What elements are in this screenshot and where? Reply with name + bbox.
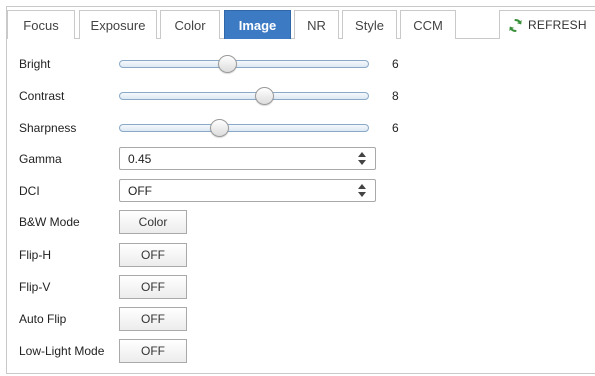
- contrast-slider[interactable]: [119, 85, 369, 107]
- sharpness-value: 6: [392, 121, 399, 135]
- bw-mode-label: B&W Mode: [19, 215, 80, 229]
- flip-v-label: Flip-V: [19, 280, 51, 294]
- bright-label: Bright: [19, 57, 51, 71]
- select-arrows-icon: [358, 152, 366, 165]
- sharpness-slider-track[interactable]: [119, 124, 369, 132]
- bw-mode-button[interactable]: Color: [119, 210, 187, 234]
- sharpness-slider-thumb[interactable]: [210, 119, 229, 137]
- dci-label: DCI: [19, 184, 40, 198]
- contrast-slider-thumb[interactable]: [255, 87, 274, 105]
- auto-flip-label: Auto Flip: [19, 312, 67, 326]
- auto-flip-button[interactable]: OFF: [119, 307, 187, 331]
- tab-bar: Focus Exposure Color Image NR Style CCM …: [7, 7, 595, 39]
- contrast-value: 8: [392, 89, 399, 103]
- tab-image[interactable]: Image: [224, 10, 291, 39]
- low-light-mode-button[interactable]: OFF: [119, 339, 187, 363]
- sharpness-label: Sharpness: [19, 121, 77, 135]
- flip-h-button[interactable]: OFF: [119, 243, 187, 267]
- gamma-select[interactable]: 0.45: [119, 147, 376, 170]
- refresh-button[interactable]: REFRESH: [499, 10, 595, 39]
- gamma-select-value: 0.45: [128, 151, 152, 166]
- bright-slider[interactable]: [119, 53, 369, 75]
- bright-slider-thumb[interactable]: [217, 55, 237, 73]
- contrast-label: Contrast: [19, 89, 65, 103]
- tab-exposure[interactable]: Exposure: [79, 10, 157, 39]
- refresh-icon: [509, 18, 522, 32]
- contrast-slider-track[interactable]: [119, 92, 369, 100]
- tab-style[interactable]: Style: [342, 10, 397, 39]
- flip-v-button[interactable]: OFF: [119, 275, 187, 299]
- settings-panel: Focus Exposure Color Image NR Style CCM …: [6, 6, 595, 374]
- refresh-label: REFRESH: [528, 18, 587, 32]
- tab-color[interactable]: Color: [160, 10, 220, 39]
- tab-nr[interactable]: NR: [294, 10, 339, 39]
- tab-focus[interactable]: Focus: [7, 10, 75, 39]
- tab-ccm[interactable]: CCM: [400, 10, 456, 39]
- select-arrows-icon: [358, 184, 366, 197]
- flip-h-label: Flip-H: [19, 248, 51, 262]
- dci-select-value: OFF: [128, 183, 152, 198]
- low-light-mode-label: Low-Light Mode: [19, 344, 105, 358]
- bright-slider-track[interactable]: [119, 60, 369, 68]
- gamma-label: Gamma: [19, 152, 62, 166]
- bright-value: 6: [392, 57, 399, 71]
- sharpness-slider[interactable]: [119, 117, 369, 139]
- dci-select[interactable]: OFF: [119, 179, 376, 202]
